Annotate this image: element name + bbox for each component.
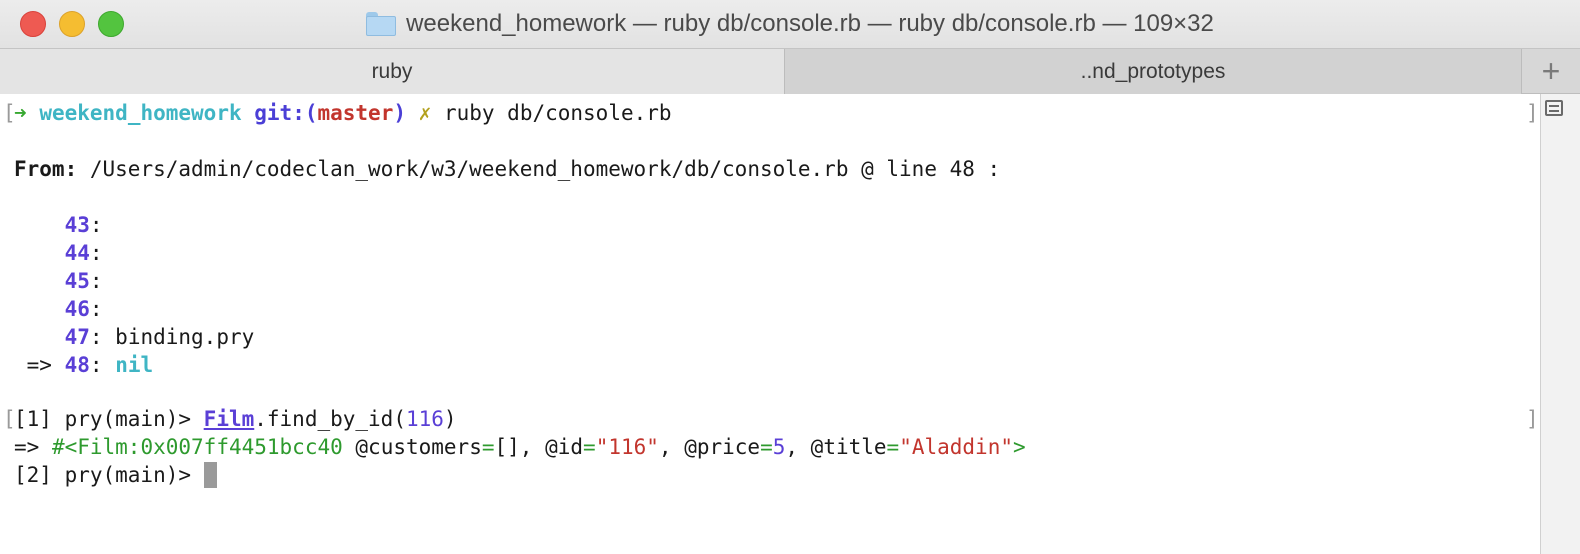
pry-input-line-active[interactable]: [2] pry(main)> bbox=[14, 461, 217, 489]
code-line: 46: bbox=[64, 297, 116, 321]
attr-id-value: "116" bbox=[595, 435, 659, 459]
line-number: 43 bbox=[64, 213, 90, 237]
tab-ruby[interactable]: ruby bbox=[0, 49, 785, 94]
close-button[interactable] bbox=[20, 11, 46, 37]
pry-input-line: [1] pry(main)> Film.find_by_id(116) bbox=[14, 405, 457, 433]
git-prefix: git:( bbox=[254, 101, 318, 125]
code-text: nil bbox=[115, 353, 154, 377]
text-cursor bbox=[203, 462, 217, 488]
pry-result-line: => #<Film:0x007ff4451bcc40 @customers=[]… bbox=[14, 435, 1026, 459]
title-bar[interactable]: weekend_homework — ruby db/console.rb — … bbox=[0, 0, 1580, 48]
from-label: From: bbox=[14, 157, 78, 181]
attr-title-value: "Aladdin" bbox=[899, 435, 1013, 459]
current-line-indicator: => bbox=[26, 353, 52, 377]
code-line: 45: bbox=[64, 269, 116, 293]
attr-price: @price bbox=[684, 435, 761, 459]
attr-price-value: 5 bbox=[772, 435, 786, 459]
from-line: From: /Users/admin/codeclan_work/w3/week… bbox=[14, 155, 1000, 183]
git-suffix: ) bbox=[393, 101, 406, 125]
minimize-button[interactable] bbox=[59, 11, 85, 37]
code-line: 44: bbox=[64, 241, 116, 265]
terminal-window: weekend_homework — ruby db/console.rb — … bbox=[0, 0, 1580, 554]
code-line: 43: bbox=[64, 213, 116, 237]
margin-mark-right: ] bbox=[1526, 101, 1539, 125]
tab-bar: ruby ..nd_prototypes + bbox=[0, 48, 1580, 94]
window-title-group: weekend_homework — ruby db/console.rb — … bbox=[366, 10, 1214, 38]
shell-command: ruby db/console.rb bbox=[443, 101, 672, 125]
folder-icon bbox=[366, 12, 397, 36]
attr-customers-value: [] bbox=[494, 435, 520, 459]
maximize-button[interactable] bbox=[98, 11, 124, 37]
pry-prompt: [2] pry(main)> bbox=[14, 463, 192, 487]
prompt-arrow: ➜ bbox=[14, 101, 27, 125]
new-tab-button[interactable]: + bbox=[1522, 49, 1580, 94]
line-number: 44 bbox=[64, 241, 90, 265]
git-dirty-mark: ✗ bbox=[418, 101, 432, 125]
class-name: Film bbox=[203, 407, 255, 431]
method-close: ) bbox=[443, 407, 457, 431]
git-branch: master bbox=[317, 101, 394, 125]
tab-prototypes[interactable]: ..nd_prototypes bbox=[785, 49, 1522, 94]
method-arg: 116 bbox=[405, 407, 444, 431]
line-number: 45 bbox=[64, 269, 90, 293]
scrollbar[interactable] bbox=[1540, 94, 1580, 554]
result-object: #<Film:0x007ff4451bcc40 bbox=[51, 435, 343, 459]
current-code-line: => 48: nil bbox=[26, 353, 154, 377]
shell-prompt-line: ➜ weekend_homework git:(master) ✗ ruby d… bbox=[14, 99, 672, 127]
result-end: > bbox=[1012, 435, 1026, 459]
attr-id: @id bbox=[545, 435, 584, 459]
code-text: binding.pry bbox=[115, 325, 255, 349]
line-number: 47 bbox=[64, 325, 90, 349]
pry-prompt: [1] pry(main)> bbox=[14, 407, 192, 431]
margin-mark-right: ] bbox=[1526, 407, 1539, 431]
line-number: 46 bbox=[64, 297, 90, 321]
result-arrow: => bbox=[14, 435, 40, 459]
window-title: weekend_homework — ruby db/console.rb — … bbox=[406, 10, 1214, 37]
attr-customers: @customers bbox=[355, 435, 482, 459]
method-call: .find_by_id( bbox=[254, 407, 406, 431]
from-path: /Users/admin/codeclan_work/w3/weekend_ho… bbox=[89, 157, 1001, 181]
terminal-output[interactable]: [ ➜ weekend_homework git:(master) ✗ ruby… bbox=[0, 94, 1540, 554]
prompt-dir: weekend_homework bbox=[39, 101, 242, 125]
code-line: 47: binding.pry bbox=[64, 325, 255, 349]
line-number: 48 bbox=[64, 353, 90, 377]
marks-icon[interactable] bbox=[1545, 100, 1563, 116]
attr-title: @title bbox=[810, 435, 887, 459]
